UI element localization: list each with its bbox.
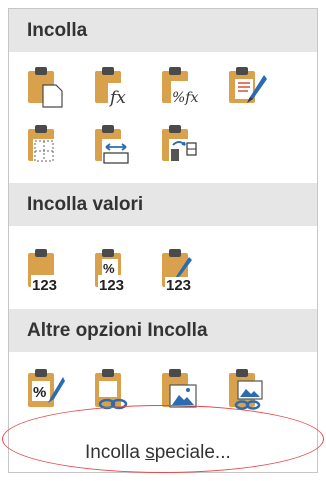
section-header-paste-values: Incolla valori [9,183,317,226]
other-paste-icons-row: % [23,367,291,411]
values-123-label: 123 [32,277,57,291]
paste-special-label-prefix: Incolla [85,442,146,463]
transpose-icon[interactable] [90,123,134,167]
values-source-123-label: 123 [166,277,191,291]
percent-fx-glyph: %fx [172,90,198,106]
percent-label: % [103,261,115,276]
keep-source-formatting-icon[interactable] [224,65,268,109]
formatting-percent-label: % [33,384,46,401]
section-title-paste: Incolla [27,19,88,41]
paste-icons-row-2 [23,123,224,167]
section-header-other-paste-options: Altre opzioni Incolla [9,309,317,352]
linked-picture-icon[interactable] [224,367,268,411]
paste-icons-row-1: fx %fx [23,65,291,109]
section-header-paste: Incolla [9,9,317,52]
values-number-123-label: 123 [99,277,124,291]
paste-formatting-icon[interactable]: % [23,367,67,411]
paste-formulas-icon[interactable]: fx [90,65,134,109]
paste-special-label-accelerator: s [145,442,155,463]
no-borders-icon[interactable] [23,123,67,167]
paste-options-menu: Incolla fx %fx Incolla valori 123 % 123 … [8,8,318,473]
paste-values-icon[interactable]: 123 [23,247,67,291]
section-title-other-paste-options: Altre opzioni Incolla [27,319,208,341]
keep-source-column-widths-icon[interactable] [157,123,201,167]
section-title-paste-values: Incolla valori [27,193,144,215]
paste-formulas-number-formatting-icon[interactable]: %fx [157,65,201,109]
paste-special-menu-item[interactable]: Incolla s peciale... [9,435,317,471]
paste-picture-icon[interactable] [157,367,201,411]
paste-special-label-suffix: peciale... [154,442,231,463]
paste-icon[interactable] [23,65,67,109]
values-source-formatting-icon[interactable]: 123 [157,247,201,291]
paste-values-icons-row: 123 % 123 123 [23,247,224,291]
paste-link-icon[interactable] [90,367,134,411]
values-number-formatting-icon[interactable]: % 123 [90,247,134,291]
fx-glyph: fx [108,88,126,108]
